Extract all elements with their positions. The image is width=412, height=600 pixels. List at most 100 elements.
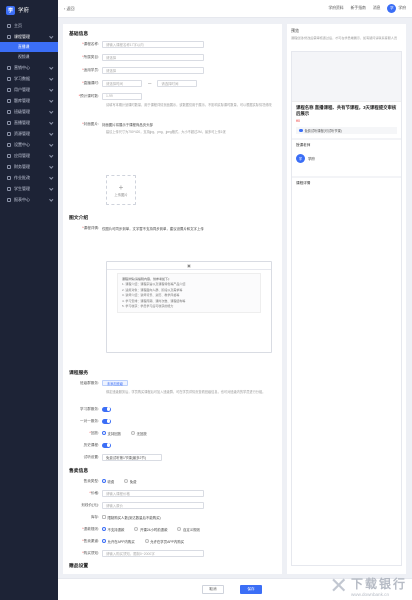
sidebar-item[interactable]: 资源管理 bbox=[0, 128, 58, 139]
editor-toolbar[interactable]: ▣ bbox=[107, 262, 271, 270]
buy-notice-input[interactable]: 请输入购买须知，限制0~2000字 bbox=[102, 549, 204, 557]
sidebar-item[interactable]: 学习数据 bbox=[0, 73, 58, 84]
preview-teacher-heading: 授课老师 bbox=[292, 138, 401, 151]
original-price-input[interactable]: 请输入原价 bbox=[102, 501, 204, 509]
category-select[interactable]: 请选择 bbox=[102, 53, 204, 61]
editor-content[interactable]: 课程详情(请编辑内容，供参考如下): 1. 课程介绍：课程宗旨以及课程特色等产品… bbox=[117, 273, 261, 314]
top-links: 学府资料 新手指南 消息 学 学府 bbox=[328, 4, 406, 13]
channel-student-radio[interactable]: 允许在学员APP内购买 bbox=[144, 539, 184, 544]
chevron-down-icon bbox=[48, 87, 53, 92]
back-link[interactable]: ‹ 返回 bbox=[64, 6, 74, 12]
history-label: 历史课程: bbox=[83, 442, 99, 447]
sidebar-item[interactable]: 主页 bbox=[0, 20, 58, 31]
sidebar-subitem[interactable]: 视频课 bbox=[0, 52, 58, 62]
row-class-group: 班级群服务: 未添加班级 bbox=[68, 379, 278, 387]
chevron-down-icon bbox=[48, 109, 53, 114]
menu-icon bbox=[7, 131, 11, 136]
replay-label: 回放: bbox=[90, 430, 99, 435]
sidebar-item[interactable]: 营销中心 bbox=[0, 62, 58, 73]
replay-no-radio[interactable]: 无回放 bbox=[131, 431, 147, 436]
image-icon[interactable]: ▣ bbox=[187, 263, 191, 268]
user-name: 学府 bbox=[398, 6, 406, 10]
stock-limit-label: 限制购买人数(到达数量后不能购买) bbox=[107, 515, 161, 520]
preview-detail-heading: 课程详情 bbox=[292, 176, 401, 189]
start-time-input[interactable]: 请选择时间 bbox=[102, 79, 142, 87]
sidebar-item[interactable]: 作业批改 bbox=[0, 172, 58, 183]
sidebar-item-label: 报表中心 bbox=[14, 196, 30, 202]
row-lesson-count: *预计课时数: 1-99 bbox=[68, 92, 278, 100]
sidebar-item[interactable]: 课程管理 bbox=[0, 31, 58, 42]
sidebar-item[interactable]: 应用管理 bbox=[0, 150, 58, 161]
avatar: 学 bbox=[387, 4, 397, 13]
detail-hint: 仅图片可同步到单，文字暂不支持同步到单，建议设置片和文字上传 bbox=[102, 226, 204, 231]
row-course-name: *课程名称: 请输入课程名称17字以内 bbox=[68, 40, 278, 48]
menu-icon bbox=[7, 175, 11, 180]
course-name-label: 课程名称: bbox=[83, 41, 99, 46]
preview-trial: 免费试听课程(可试听节课) bbox=[296, 127, 397, 135]
menu-icon bbox=[7, 23, 11, 28]
app-logo[interactable]: 学 学府 bbox=[0, 0, 58, 20]
sidebar-item[interactable]: 班级管理 bbox=[0, 106, 58, 117]
row-buy-notice: *购买须知: 请输入购买须知，限制0~2000字 bbox=[68, 549, 278, 557]
refund-custom-radio[interactable]: 自定义规则 bbox=[177, 527, 200, 532]
sidebar-item[interactable]: 财务管理 bbox=[0, 161, 58, 172]
doc-link[interactable]: 学府资料 bbox=[328, 6, 343, 11]
sidebar-item[interactable]: 设置中心 bbox=[0, 139, 58, 150]
history-toggle[interactable] bbox=[102, 442, 111, 448]
cancel-button[interactable]: 取消 bbox=[202, 585, 224, 594]
free-radio[interactable]: 免费 bbox=[124, 479, 137, 484]
chevron-down-icon bbox=[48, 175, 53, 180]
sidebar-item[interactable]: 题库管理 bbox=[0, 95, 58, 106]
stock-label: 库存: bbox=[90, 514, 99, 519]
lesson-count-label: 预计课时数: bbox=[80, 93, 99, 98]
sidebar-item[interactable]: 直播管理 bbox=[0, 117, 58, 128]
sidebar-item[interactable]: 学生管理 bbox=[0, 183, 58, 194]
radio-dot bbox=[102, 539, 106, 543]
topbar: ‹ 返回 学府资料 新手指南 消息 学 学府 bbox=[58, 0, 412, 18]
message-link[interactable]: 消息 bbox=[373, 6, 381, 11]
live-time-label: 直播课时: bbox=[83, 80, 99, 85]
refund-none-radio[interactable]: 不支持退款 bbox=[102, 527, 124, 532]
row-price: *价格: 请输入课程价格 bbox=[68, 489, 278, 497]
refund-24h-label: 开课24小时前退款 bbox=[139, 527, 168, 532]
sidebar-item-label: 作业批改 bbox=[14, 174, 30, 180]
sidebar-subitem[interactable]: 直播课 bbox=[0, 42, 58, 52]
stock-limit-checkbox[interactable]: 限制购买人数(到达数量后不能购买) bbox=[102, 515, 161, 520]
refund-24h-radio[interactable]: 开课24小时前退款 bbox=[134, 527, 167, 532]
trial-select[interactable]: 免费试听第1节课(最多2节) bbox=[102, 453, 162, 461]
upload-cover-button[interactable]: + 上传图片 bbox=[106, 175, 136, 205]
class-group-note: 绑定班级服务后，学员购买课程后可加入班级群，可在学员详情页查看班级信息，也可对班… bbox=[106, 390, 266, 394]
chevron-down-icon bbox=[48, 65, 53, 70]
replay-yes-radio[interactable]: 支持回放 bbox=[102, 431, 121, 436]
replay-no-label: 无回放 bbox=[136, 431, 147, 436]
cover-placeholder bbox=[292, 52, 401, 102]
paid-label: 收费 bbox=[107, 479, 115, 484]
save-button[interactable]: 保存 bbox=[240, 585, 262, 594]
onebyone-toggle[interactable] bbox=[102, 418, 111, 424]
sidebar-item-label: 应用管理 bbox=[14, 152, 30, 158]
end-time-input[interactable]: 请选择时间 bbox=[157, 79, 198, 87]
sidebar-item[interactable]: 用户管理 bbox=[0, 84, 58, 95]
guide-link[interactable]: 新手指南 bbox=[351, 6, 366, 11]
add-class-tag[interactable]: 未添加班级 bbox=[102, 380, 128, 386]
study-group-label: 学习群服务: bbox=[80, 406, 99, 411]
channel-app-radio[interactable]: 允许在APP内购买 bbox=[102, 539, 135, 544]
price-input[interactable]: 请输入课程价格 bbox=[102, 489, 204, 497]
sidebar-item-label: 学习数据 bbox=[14, 75, 30, 81]
paid-radio[interactable]: 收费 bbox=[102, 479, 114, 484]
teacher-name: 学府 bbox=[308, 157, 315, 162]
lesson-count-input[interactable]: 1-99 bbox=[102, 92, 142, 100]
sidebar-item[interactable]: 报表中心 bbox=[0, 194, 58, 205]
menu-icon bbox=[7, 65, 11, 70]
audience-select[interactable]: 请选择 bbox=[102, 66, 204, 74]
chevron-down-icon bbox=[48, 142, 53, 147]
menu-icon bbox=[7, 76, 11, 81]
course-name-input[interactable]: 请输入课程名称17字以内 bbox=[102, 40, 204, 48]
user-menu[interactable]: 学 学府 bbox=[387, 4, 406, 13]
rich-text-editor[interactable]: ▣ 课程详情(请编辑内容，供参考如下): 1. 课程介绍：课程宗旨以及课程特色等… bbox=[106, 261, 272, 353]
plus-icon: + bbox=[118, 182, 124, 192]
checkbox-box bbox=[102, 515, 106, 519]
study-group-toggle[interactable] bbox=[102, 406, 111, 412]
watermark-url: www.downbank.cn bbox=[350, 592, 390, 597]
buy-notice-label: 购买须知: bbox=[83, 550, 99, 555]
